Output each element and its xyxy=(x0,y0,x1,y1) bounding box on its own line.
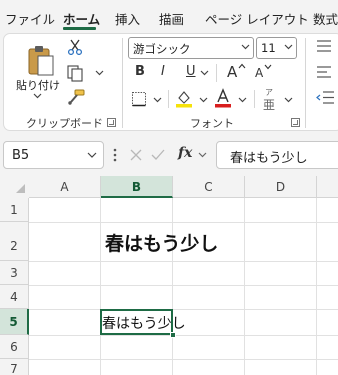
column-header-d[interactable]: D xyxy=(245,176,317,198)
font-name-chevron-down-icon xyxy=(241,44,250,50)
italic-button[interactable]: I xyxy=(161,64,165,79)
more-options-icon[interactable] xyxy=(113,148,117,162)
row-header-2[interactable]: 2 xyxy=(0,222,29,261)
font-color-chevron-down-icon[interactable] xyxy=(238,97,247,103)
group-separator xyxy=(216,64,217,82)
gridline xyxy=(29,359,338,360)
borders-icon[interactable] xyxy=(131,91,147,107)
column-header-c[interactable]: C xyxy=(173,176,245,198)
fill-handle[interactable] xyxy=(170,332,176,338)
tab-home[interactable]: ホーム xyxy=(63,9,100,28)
cell-b2[interactable]: 春はもう少し xyxy=(105,229,218,256)
font-group-label: フォント xyxy=(190,117,234,130)
row-header-6[interactable]: 6 xyxy=(0,335,29,359)
tab-draw[interactable]: 描画 xyxy=(159,9,184,28)
gridline xyxy=(29,309,338,310)
fill-color-chevron-down-icon[interactable] xyxy=(199,97,208,103)
clipboard-group-label: クリップボード xyxy=(26,117,103,130)
fill-color-icon[interactable] xyxy=(175,88,193,108)
formula-input[interactable]: 春はもう少し xyxy=(216,141,338,169)
gridline xyxy=(100,198,101,375)
gridline xyxy=(172,198,173,375)
cut-icon[interactable] xyxy=(67,39,83,55)
gridline xyxy=(29,335,338,336)
name-box-value: B5 xyxy=(12,148,30,163)
tab-formulas[interactable]: 数式 xyxy=(313,9,338,28)
row-header-3[interactable]: 3 xyxy=(0,261,29,285)
tab-file[interactable]: ファイル xyxy=(5,9,55,28)
row-header-7[interactable]: 7 xyxy=(0,359,29,375)
shrink-font-caret-down-icon xyxy=(264,64,272,70)
name-box-chevron-down-icon[interactable] xyxy=(87,152,97,158)
font-size-value: 11 xyxy=(261,41,276,55)
name-box[interactable]: B5 xyxy=(3,141,104,169)
align-left-icon[interactable] xyxy=(316,66,332,78)
active-cell-border xyxy=(100,309,173,335)
phonetic-guide-button[interactable]: 亜 xyxy=(263,96,275,113)
row-header-4[interactable]: 4 xyxy=(0,285,29,309)
clipboard-dialog-launcher-icon[interactable] xyxy=(107,118,116,127)
bold-button[interactable]: B xyxy=(135,64,145,79)
select-all-triangle-icon xyxy=(16,184,25,193)
row-header-1[interactable]: 1 xyxy=(0,198,29,222)
group-separator xyxy=(254,90,255,108)
font-name-select[interactable]: 游ゴシック xyxy=(128,37,254,59)
gridline xyxy=(244,198,245,375)
font-dialog-launcher-icon[interactable] xyxy=(291,118,300,127)
borders-chevron-down-icon[interactable] xyxy=(153,97,162,103)
format-painter-icon[interactable] xyxy=(67,89,85,105)
paste-button-label[interactable]: 貼り付け xyxy=(16,77,60,93)
font-size-chevron-down-icon xyxy=(284,44,293,50)
underline-button[interactable]: U xyxy=(186,64,196,79)
group-separator xyxy=(305,38,306,128)
menu-tab-bar: ファイル ホーム 挿入 描画 ページ レイアウト 数式 xyxy=(0,0,338,33)
shrink-font-button[interactable]: A xyxy=(255,66,263,80)
copy-icon[interactable] xyxy=(67,65,84,82)
grow-font-caret-up-icon xyxy=(238,63,246,69)
group-separator xyxy=(122,38,123,128)
group-separator xyxy=(168,90,169,108)
insert-function-button[interactable]: fx xyxy=(178,145,192,161)
row-header-5[interactable]: 5 xyxy=(0,309,29,335)
font-size-select[interactable]: 11 xyxy=(256,37,297,59)
align-top-icon[interactable] xyxy=(316,40,332,52)
formula-buttons: fx xyxy=(126,141,211,169)
column-header-a[interactable]: A xyxy=(29,176,101,198)
cancel-entry-icon[interactable] xyxy=(130,149,142,161)
tab-page-layout[interactable]: ページ レイアウト xyxy=(205,9,309,28)
font-color-icon[interactable] xyxy=(214,88,232,108)
font-name-value: 游ゴシック xyxy=(133,42,191,56)
gridline xyxy=(29,261,338,262)
phonetic-chevron-down-icon[interactable] xyxy=(284,97,293,103)
active-tab-indicator xyxy=(63,27,96,30)
column-header-e[interactable] xyxy=(317,176,338,198)
decrease-indent-icon[interactable] xyxy=(316,91,334,104)
column-header-b[interactable]: B xyxy=(101,176,173,198)
tab-insert[interactable]: 挿入 xyxy=(115,9,140,28)
grow-font-button[interactable]: A xyxy=(227,63,237,81)
underline-chevron-down-icon[interactable] xyxy=(200,70,209,76)
confirm-entry-icon[interactable] xyxy=(151,149,165,161)
gridline xyxy=(29,285,338,286)
formula-value: 春はもう少し xyxy=(230,151,308,166)
paste-chevron-down-icon[interactable] xyxy=(33,93,42,99)
gridline xyxy=(316,198,317,375)
copy-chevron-down-icon[interactable] xyxy=(95,70,104,76)
paste-icon[interactable] xyxy=(26,45,56,77)
gridline xyxy=(29,222,338,223)
fx-chevron-down-icon[interactable] xyxy=(198,152,207,158)
select-all-corner[interactable] xyxy=(0,176,29,198)
